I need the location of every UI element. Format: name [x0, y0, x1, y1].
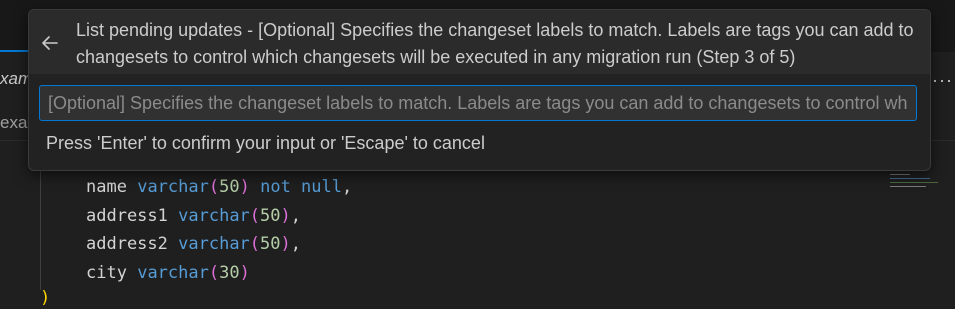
code-open-paren: (	[249, 234, 261, 254]
code-block[interactable]: name varchar(50) not null, address1 varch…	[86, 173, 352, 287]
quick-input-header: List pending updates - [Optional] Specif…	[29, 10, 930, 74]
code-punctuation: ,	[290, 205, 302, 226]
code-close-paren: )	[280, 205, 291, 226]
code-close-paren: )	[239, 177, 250, 197]
quick-input-message: Press 'Enter' to confirm your input or '…	[46, 133, 485, 153]
quick-input-widget: List pending updates - [Optional] Specif…	[28, 9, 931, 171]
code-line[interactable]: address1 varchar(50),	[86, 202, 352, 231]
quick-input-box[interactable]	[39, 85, 917, 121]
back-button[interactable]	[37, 30, 63, 56]
code-punctuation: ,	[341, 177, 353, 197]
code-constraint: not null	[260, 177, 342, 197]
code-open-paren: (	[208, 262, 220, 283]
active-tab-indicator	[0, 50, 30, 52]
code-close-paren: )	[280, 234, 291, 254]
code-type: varchar	[178, 205, 250, 226]
code-type: varchar	[137, 262, 209, 283]
code-identifier: address2	[86, 234, 168, 254]
code-identifier: address1	[86, 205, 168, 226]
code-line[interactable]: city varchar(30)	[86, 259, 352, 288]
code-identifier: name	[86, 177, 127, 197]
code-number: 30	[219, 262, 240, 283]
code-type: varchar	[178, 234, 250, 254]
closing-bracket: )	[40, 288, 51, 308]
code-number: 50	[260, 234, 281, 254]
code-number: 50	[219, 177, 240, 197]
code-line[interactable]: name varchar(50) not null,	[86, 173, 352, 202]
code-identifier: city	[86, 262, 127, 283]
code-punctuation: ,	[290, 234, 302, 254]
code-number: 50	[260, 205, 281, 226]
code-type: varchar	[137, 177, 209, 197]
code-close-paren: )	[239, 262, 250, 283]
more-actions-icon[interactable]: ···	[932, 70, 953, 91]
quick-input-title: List pending updates - [Optional] Specif…	[76, 20, 914, 67]
code-line[interactable]: address2 varchar(50),	[86, 230, 352, 259]
code-open-paren: (	[249, 205, 261, 226]
arrow-left-icon	[42, 36, 58, 50]
code-open-paren: (	[208, 177, 220, 197]
